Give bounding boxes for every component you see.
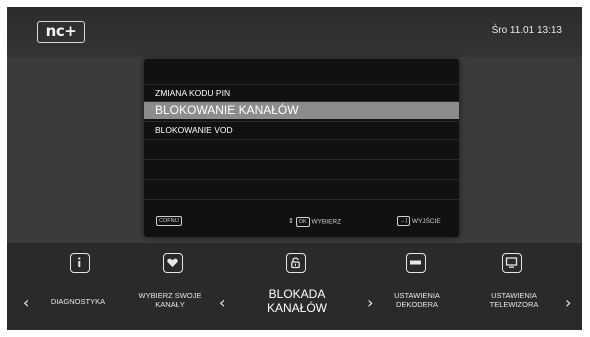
back-key: COFNIJ (156, 216, 182, 227)
top-bar: nc+ Śro 11.01 13:13 (7, 7, 582, 57)
exit-hint[interactable]: →] WYJŚCIE (397, 216, 441, 228)
divider (144, 121, 459, 122)
select-label: WYBIERZ (311, 218, 342, 226)
tv-screen: nc+ Śro 11.01 13:13 ZMIANA KODU PIN BLOK… (7, 7, 582, 330)
menu-item-vod-blocking[interactable]: BLOKOWANIE VOD (144, 123, 459, 137)
menu-item-channel-blocking[interactable]: BLOKOWANIE KANAŁÓW (144, 102, 459, 119)
carousel-item-choose-channels[interactable]: WYBIERZ SWOJE KANAŁY (128, 291, 212, 309)
exit-key-icon: →] (397, 216, 411, 227)
carousel-item-diagnostics[interactable]: DIAGNOSTYKA (43, 297, 113, 306)
tv-icon[interactable] (502, 253, 522, 273)
chevron-left-icon[interactable]: ‹ (219, 295, 225, 311)
carousel-labels: ‹ DIAGNOSTYKA WYBIERZ SWOJE KANAŁY ‹ BLO… (7, 283, 582, 323)
divider (144, 179, 459, 180)
exit-label: WYJŚCIE (411, 218, 441, 225)
carousel-icons (7, 253, 582, 279)
divider (144, 84, 459, 85)
divider (144, 199, 459, 200)
divider (144, 159, 459, 160)
settings-carousel: ‹ DIAGNOSTYKA WYBIERZ SWOJE KANAŁY ‹ BLO… (7, 243, 582, 330)
lock-icon[interactable] (286, 253, 306, 273)
decoder-icon[interactable] (406, 253, 426, 273)
back-hint[interactable]: COFNIJ (156, 216, 182, 228)
carousel-item-decoder-settings[interactable]: USTAWIENIA DEKODERA (379, 291, 455, 309)
info-icon[interactable] (70, 253, 90, 273)
nc-plus-logo: nc+ (37, 21, 85, 43)
chevron-left-icon[interactable]: ‹ (23, 295, 29, 311)
menu-panel: ZMIANA KODU PIN BLOKOWANIE KANAŁÓW BLOKO… (144, 59, 459, 237)
heart-icon[interactable] (163, 253, 183, 273)
chevron-right-icon[interactable]: › (367, 295, 373, 311)
carousel-item-tv-settings[interactable]: USTAWIENIA TELEWIZORA (475, 291, 553, 309)
up-down-arrows-icon: ⇕ (288, 218, 294, 225)
ok-select-hint[interactable]: ⇕ OK WYBIERZ (288, 216, 341, 228)
chevron-right-icon[interactable]: › (565, 295, 571, 311)
carousel-item-channel-lock[interactable]: BLOKADA KANAŁÓW (254, 287, 340, 315)
ok-key: OK (295, 217, 310, 227)
menu-item-change-pin[interactable]: ZMIANA KODU PIN (144, 86, 459, 100)
divider (144, 139, 459, 140)
date-time: Śro 11.01 13:13 (491, 25, 562, 36)
